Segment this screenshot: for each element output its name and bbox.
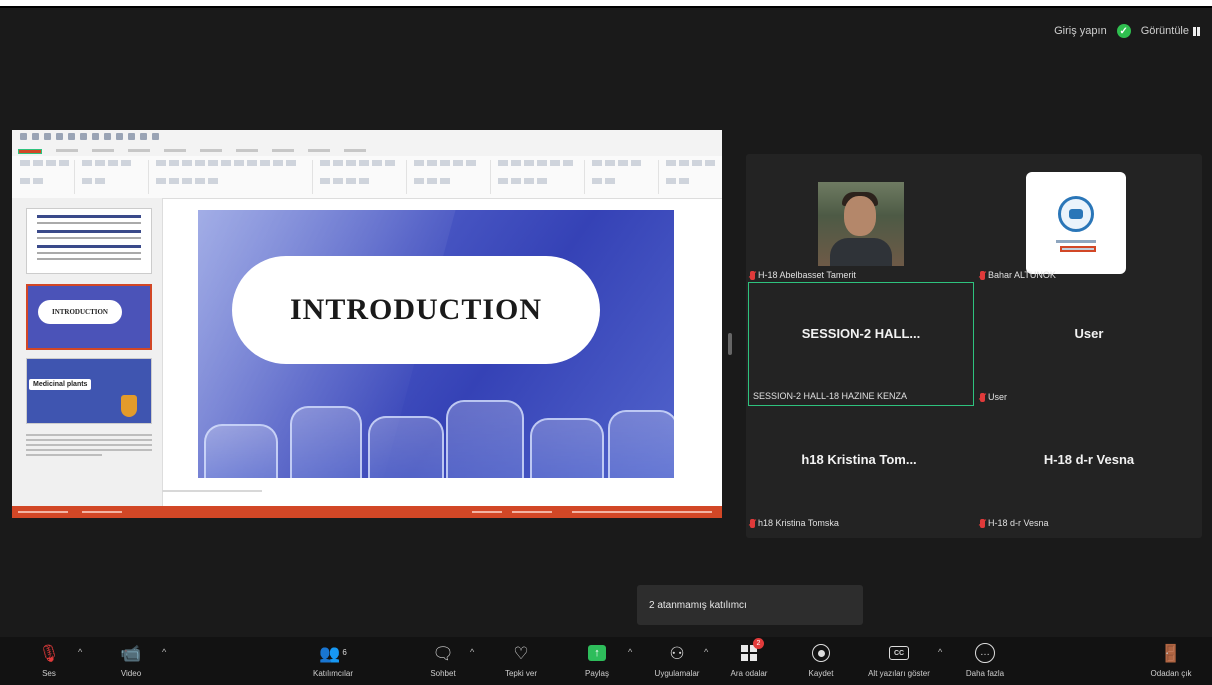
meeting-toolbar: 🎙 Ses ^ 📹 Video ^ 👥 6 Katılımcılar 🗨 Sohb… <box>0 637 1212 685</box>
captions-options-caret[interactable]: ^ <box>938 647 942 657</box>
participant-display-name: SESSION-2 HALL... <box>801 325 921 341</box>
participant-tile[interactable]: Bahar ALTUNOK <box>976 160 1202 284</box>
breakout-rooms-button[interactable]: 2 Ara odalar <box>714 638 784 678</box>
breakout-rooms-icon: 2 <box>741 638 764 665</box>
participant-display-name: h18 Kristina Tom... <box>801 451 917 467</box>
chat-icon: 🗨 <box>432 643 454 663</box>
participant-tile[interactable]: H-18 d-r Vesna H-18 d-r Vesna <box>976 408 1202 532</box>
share-screen-icon: ↑ <box>588 641 606 665</box>
splitter-handle[interactable] <box>728 333 732 355</box>
muted-mic-icon <box>980 270 985 280</box>
record-button[interactable]: Kaydet <box>786 641 856 678</box>
title-bar <box>12 130 722 144</box>
video-off-icon: 📹 <box>120 643 142 663</box>
chat-button[interactable]: 🗨 Sohbet <box>408 641 478 679</box>
chat-options-caret[interactable]: ^ <box>470 647 474 657</box>
participant-video <box>818 182 904 266</box>
active-speaker-tile[interactable]: SESSION-2 HALL... SESSION-2 HALL-18 HAZI… <box>748 282 974 406</box>
captions-label: Alt yazıları göster <box>868 669 930 678</box>
leave-room-icon: 🚪 <box>1160 643 1182 663</box>
leave-label: Odadan çık <box>1150 669 1192 678</box>
grid-view-icon <box>1193 26 1200 36</box>
participant-tile[interactable]: User User <box>976 282 1202 406</box>
login-link[interactable]: Giriş yapın <box>1054 25 1107 37</box>
current-slide: INTRODUCTION <box>198 210 674 478</box>
muted-mic-icon <box>750 270 755 280</box>
share-label: Paylaş <box>584 669 609 678</box>
heart-icon: ♡ <box>513 643 529 663</box>
slide-thumbnail-2[interactable]: INTRODUCTION <box>26 284 152 350</box>
view-button[interactable]: Görüntüle <box>1141 25 1200 37</box>
slide-title: INTRODUCTION <box>232 256 600 364</box>
unassigned-participants-toast[interactable]: 2 atanmamış katılımcı <box>637 585 863 625</box>
muted-microphone-icon: 🎙 <box>38 643 60 663</box>
record-label: Kaydet <box>808 669 834 678</box>
participants-count: 6 <box>342 648 347 657</box>
muted-mic-icon <box>980 392 985 402</box>
ppt-status-bar <box>12 506 722 518</box>
breakout-label: Ara odalar <box>730 669 768 678</box>
share-options-caret[interactable]: ^ <box>628 647 632 657</box>
apps-label: Uygulamalar <box>654 669 700 678</box>
participant-name: H-18 d-r Vesna <box>988 518 1049 528</box>
participant-tile[interactable]: H-18 Abelbasset Tamerit <box>746 160 972 284</box>
participant-name: User <box>988 392 1008 402</box>
captions-button[interactable]: CC Alt yazıları göster <box>864 641 934 678</box>
muted-mic-icon <box>750 518 755 528</box>
participants-icon: 👥 6 <box>319 643 347 663</box>
thumbnail-title: INTRODUCTION <box>38 300 122 324</box>
shared-screen[interactable]: INTRODUCTION Medicinal plants INTRODUCTI… <box>12 130 722 518</box>
record-icon <box>812 641 830 665</box>
slide-thumbnail-1[interactable] <box>26 208 152 274</box>
top-divider <box>0 6 1212 8</box>
share-button[interactable]: ↑ Paylaş <box>562 641 632 678</box>
chat-label: Sohbet <box>430 669 456 678</box>
slide-thumbnail-3[interactable]: Medicinal plants <box>26 358 152 424</box>
toast-text: 2 atanmamış katılımcı <box>649 599 747 611</box>
more-label: Daha fazla <box>965 669 1005 678</box>
participant-name: Bahar ALTUNOK <box>988 270 1056 280</box>
muted-mic-icon <box>980 518 985 528</box>
leave-room-button[interactable]: 🚪 Odadan çık <box>1136 641 1206 679</box>
profile-logo <box>1026 172 1126 274</box>
participant-display-name: User <box>1074 325 1104 341</box>
participant-name: SESSION-2 HALL-18 HAZINE KENZA <box>753 391 908 401</box>
participant-gallery: H-18 Abelbasset Tamerit Bahar ALTUNOK SE… <box>746 154 1202 538</box>
video-button[interactable]: 📹 Video <box>96 641 166 679</box>
more-dots-icon: … <box>975 641 995 665</box>
breakout-badge: 2 <box>753 638 764 649</box>
participant-display-name: H-18 d-r Vesna <box>1043 451 1135 467</box>
audio-button[interactable]: 🎙 Ses <box>14 641 84 679</box>
top-right-controls: Giriş yapın ✓ Görüntüle <box>1054 24 1200 38</box>
slide-thumbnails: INTRODUCTION Medicinal plants <box>12 198 163 506</box>
more-button[interactable]: … Daha fazla <box>950 641 1020 678</box>
thumbnail-title: Medicinal plants <box>29 379 92 390</box>
participant-tile[interactable]: h18 Kristina Tom... h18 Kristina Tomska <box>746 408 972 532</box>
reactions-button[interactable]: ♡ Tepki ver <box>486 641 556 679</box>
participants-label: Katılımcılar <box>312 669 353 678</box>
apps-icon: ⚇ <box>669 643 685 663</box>
view-label: Görüntüle <box>1140 25 1189 37</box>
ribbon-tabs <box>12 144 722 156</box>
ribbon <box>12 156 722 199</box>
security-shield-icon[interactable]: ✓ <box>1116 24 1131 38</box>
closed-captions-icon: CC <box>889 641 909 665</box>
audio-label: Ses <box>42 669 56 678</box>
participants-button[interactable]: 👥 6 Katılımcılar <box>298 641 368 679</box>
reactions-label: Tepki ver <box>504 669 537 678</box>
video-options-caret[interactable]: ^ <box>162 647 166 657</box>
participant-name: H-18 Abelbasset Tamerit <box>758 270 856 280</box>
apps-options-caret[interactable]: ^ <box>704 647 708 657</box>
apps-button[interactable]: ⚇ Uygulamalar <box>642 641 712 679</box>
participant-name: h18 Kristina Tomska <box>758 518 839 528</box>
video-label: Video <box>120 669 142 678</box>
audio-options-caret[interactable]: ^ <box>78 647 82 657</box>
